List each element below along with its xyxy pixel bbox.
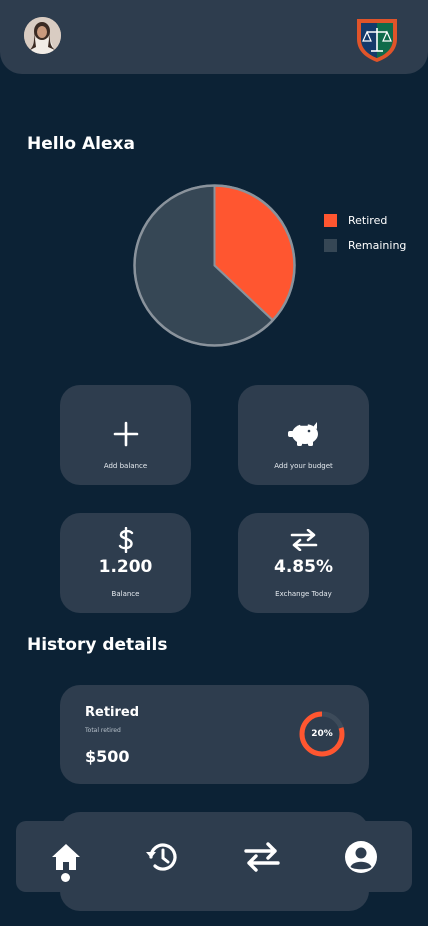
active-nav-indicator	[61, 873, 70, 882]
legend-swatch-remaining	[324, 239, 337, 252]
user-avatar-photo	[24, 17, 61, 54]
history-card-amount: $500	[85, 747, 130, 766]
justice-scales-shield-logo	[357, 19, 397, 62]
history-card-percent: 20%	[311, 729, 333, 739]
home-icon	[52, 844, 80, 870]
history-card-title: Retired	[85, 705, 140, 720]
nav-history[interactable]	[144, 839, 180, 875]
shield-logo	[354, 15, 400, 63]
balance-card[interactable]: 1.200 Balance	[60, 513, 191, 613]
chart-legend: Retired Remaining	[324, 208, 406, 258]
plus-icon	[60, 421, 191, 447]
greeting-title: Hello Alexa	[27, 134, 135, 154]
exchange-arrows-icon	[238, 529, 369, 551]
exchange-label: Exchange Today	[275, 590, 332, 598]
legend-item-remaining: Remaining	[324, 233, 406, 258]
piggy-bank-icon	[238, 419, 369, 447]
balance-label: Balance	[111, 590, 140, 598]
legend-label-retired: Retired	[348, 214, 388, 227]
exchange-card[interactable]: 4.85% Exchange Today	[238, 513, 369, 613]
bottom-nav	[16, 821, 412, 892]
add-balance-button[interactable]: Add balance	[60, 385, 191, 485]
dollar-icon	[60, 527, 191, 553]
account-circle-icon	[345, 841, 377, 873]
add-balance-label: Add balance	[103, 462, 148, 470]
balance-value: 1.200	[98, 557, 153, 577]
pie-chart	[133, 184, 296, 347]
legend-label-remaining: Remaining	[348, 239, 407, 252]
nav-exchange[interactable]	[244, 839, 280, 875]
history-icon	[146, 843, 177, 871]
history-card-subtitle: Total retired	[85, 727, 121, 734]
user-avatar[interactable]	[24, 17, 61, 54]
top-header	[0, 0, 428, 74]
exchange-value: 4.85%	[274, 557, 333, 577]
exchange-arrows-icon	[244, 842, 280, 872]
history-card-retired[interactable]: Retired Total retired $500 20%	[60, 685, 369, 784]
nav-home[interactable]	[48, 839, 84, 875]
nav-profile[interactable]	[343, 839, 379, 875]
add-budget-button[interactable]: Add your budget	[238, 385, 369, 485]
history-section-title: History details	[27, 635, 168, 655]
legend-swatch-retired	[324, 214, 337, 227]
add-budget-label: Add your budget	[274, 462, 333, 470]
legend-item-retired: Retired	[324, 208, 406, 233]
